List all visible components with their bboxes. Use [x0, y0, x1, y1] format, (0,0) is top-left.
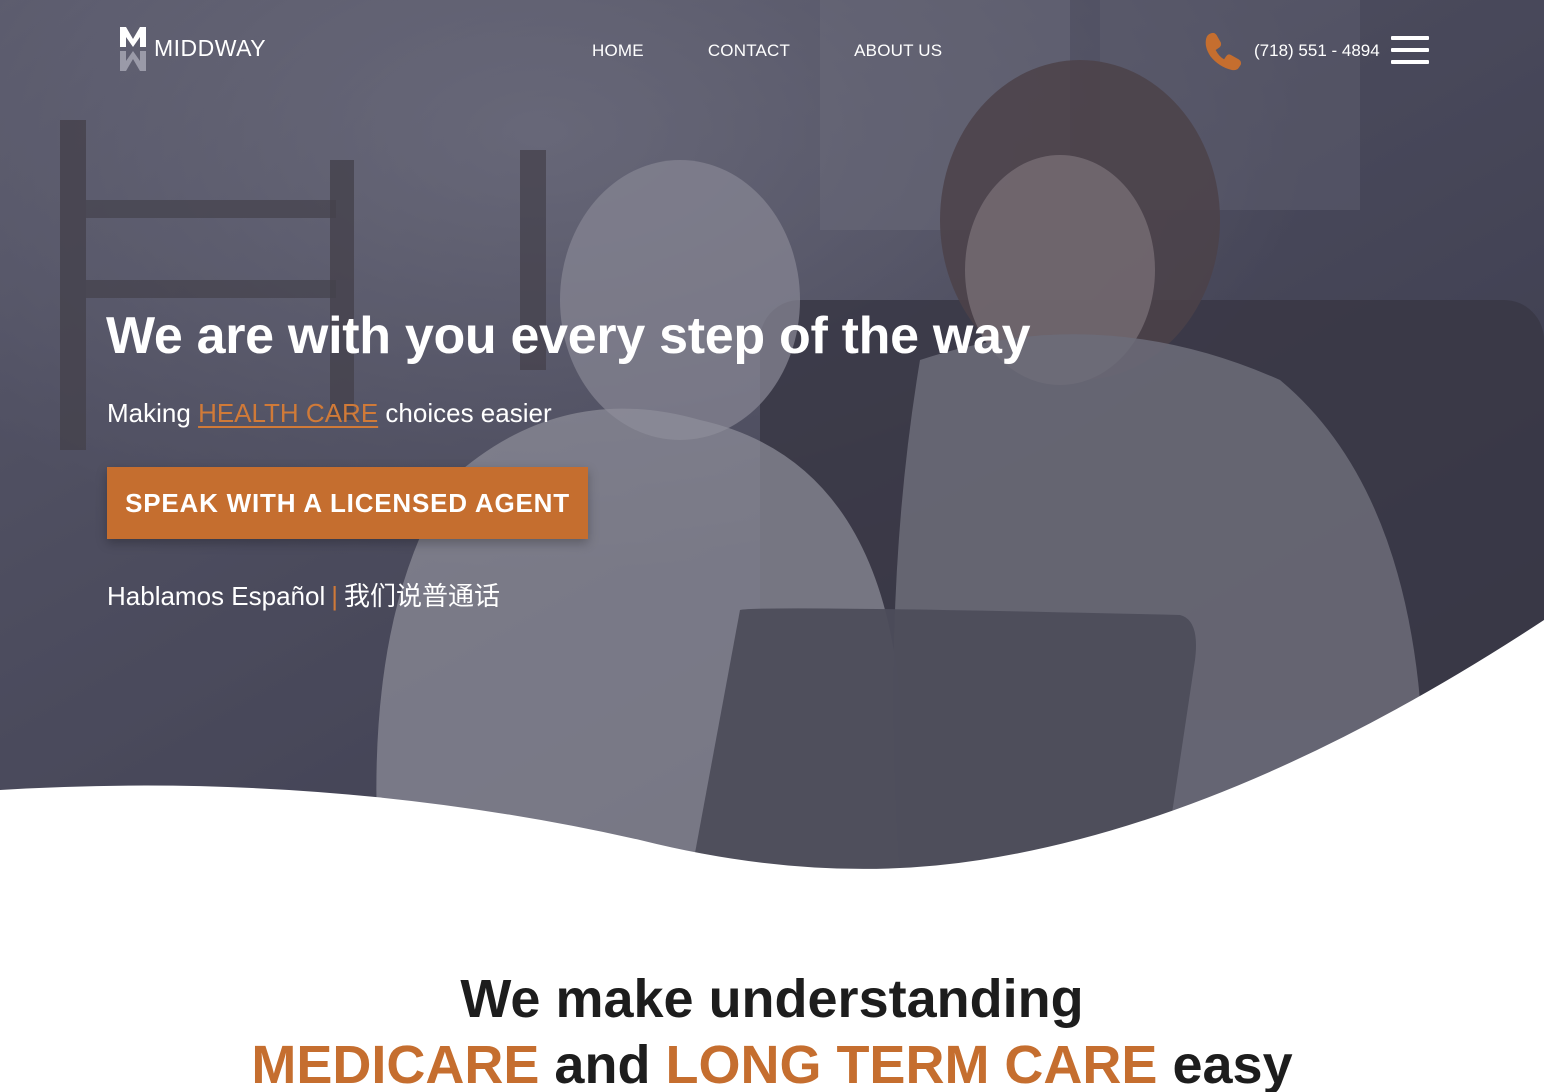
section-heading-line1: We make understanding [460, 969, 1084, 1029]
brand-logo[interactable]: MIDDWAY [118, 24, 266, 74]
hero-section [0, 0, 1544, 880]
menu-bar [1391, 60, 1429, 64]
phone-icon [1205, 32, 1242, 71]
highlight-long-term-care: LONG TERM CARE [665, 1035, 1158, 1092]
languages-line: Hablamos Español | 我们说普通话 [107, 576, 500, 613]
lang-separator: | [331, 581, 338, 611]
main-nav: HOME CONTACT ABOUT US [592, 41, 942, 61]
wave-divider [0, 620, 1544, 880]
section-connector: and [554, 1035, 651, 1092]
hero-subtitle-after: choices easier [385, 398, 552, 428]
hero-subtitle: Making HEALTH CARE choices easier [107, 398, 552, 429]
brand-name: MIDDWAY [154, 34, 267, 61]
health-care-link[interactable]: HEALTH CARE [198, 398, 378, 428]
middway-m-logo-icon [120, 27, 146, 71]
nav-contact[interactable]: CONTACT [708, 41, 790, 61]
nav-about-us[interactable]: ABOUT US [854, 41, 942, 61]
nav-home[interactable]: HOME [592, 41, 644, 61]
section-heading: We make understanding MEDICARE and LONG … [0, 966, 1544, 1092]
highlight-medicare: MEDICARE [251, 1035, 540, 1092]
phone-contact[interactable]: (718) 551 - 4894 [1202, 30, 1380, 72]
speak-with-agent-button[interactable]: SPEAK WITH A LICENSED AGENT [107, 467, 588, 539]
hamburger-menu-icon[interactable] [1391, 34, 1429, 68]
hero-subtitle-before: Making [107, 398, 191, 428]
section-ending: easy [1172, 1035, 1293, 1092]
lang-chinese: 我们说普通话 [344, 581, 501, 611]
phone-number: (718) 551 - 4894 [1254, 41, 1380, 60]
menu-bar [1391, 48, 1429, 52]
lang-spanish: Hablamos Español [107, 581, 326, 611]
hero-title: We are with you every step of the way [106, 307, 1031, 365]
menu-bar [1391, 36, 1429, 40]
